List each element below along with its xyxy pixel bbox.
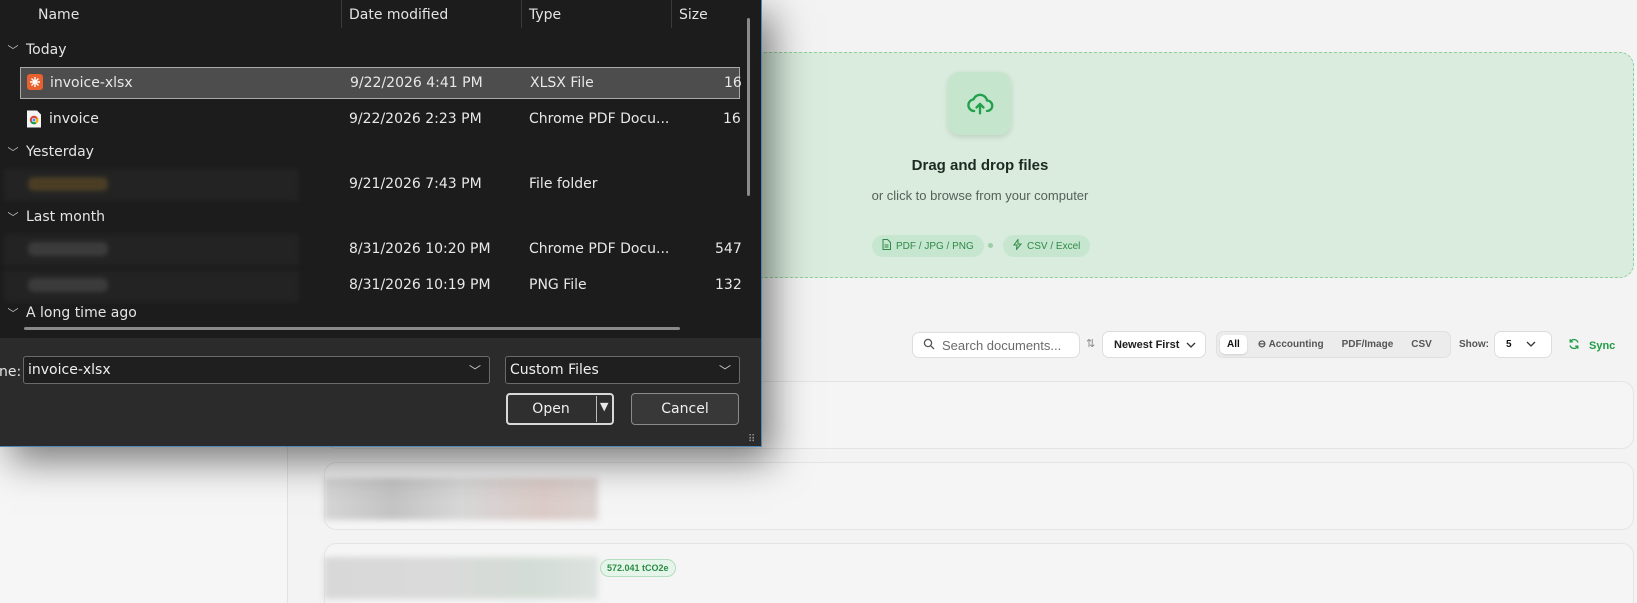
group-label: Yesterday <box>26 144 94 160</box>
file-date: 8/31/2026 10:19 PM <box>349 277 491 293</box>
chevron-down-icon[interactable]: ﹀ <box>469 362 481 379</box>
column-separator[interactable] <box>671 0 672 28</box>
file-type: File folder <box>529 176 598 192</box>
chevron-down-icon: ﹀ <box>718 364 731 378</box>
co2-badge: 572.041 tCO2e <box>600 559 676 577</box>
filter-all[interactable]: All <box>1220 335 1247 354</box>
open-button[interactable]: Open <box>506 393 614 425</box>
column-header-name[interactable]: Name <box>38 0 79 30</box>
document-thumbnail-redacted <box>324 478 598 520</box>
sync-button[interactable]: Sync <box>1568 338 1615 353</box>
group-label: A long time ago <box>26 305 137 321</box>
file-size: 16 <box>724 75 742 91</box>
file-date: 8/31/2026 10:20 PM <box>349 241 491 257</box>
file-name: invoice <box>49 111 99 127</box>
cancel-button[interactable]: Cancel <box>631 393 739 425</box>
column-separator[interactable] <box>521 0 522 28</box>
page-size-select[interactable]: 5 <box>1494 331 1552 358</box>
chip-csv-excel: CSV / Excel <box>1003 235 1091 257</box>
resize-grip-icon[interactable]: ⠿ <box>748 434 755 445</box>
spreadsheet-icon <box>26 73 44 91</box>
group-header-last-month[interactable]: ﹀ Last month <box>0 204 106 230</box>
file-type-select[interactable]: Custom Files ﹀ <box>505 356 740 384</box>
sync-label: Sync <box>1589 339 1616 352</box>
file-date: 9/21/2026 7:43 PM <box>349 176 482 192</box>
chevron-down-icon <box>1186 339 1196 351</box>
filter-pdf-image[interactable]: PDF/Image <box>1335 335 1401 354</box>
file-type-value: Custom Files <box>510 362 599 378</box>
chevron-down-icon: ﹀ <box>7 211 19 224</box>
column-header-type[interactable]: Type <box>529 0 561 30</box>
lightning-icon <box>1013 237 1023 253</box>
redacted-file-name <box>4 234 299 266</box>
group-header-today[interactable]: ﹀ Today <box>0 37 67 63</box>
document-thumbnail-redacted <box>324 557 598 599</box>
show-label: Show: <box>1459 339 1489 350</box>
chip-label: PDF / JPG / PNG <box>896 240 974 252</box>
file-name-field[interactable]: invoice-xlsx ﹀ <box>23 356 490 384</box>
search-placeholder: Search documents... <box>942 337 1062 353</box>
chip-separator <box>988 243 993 248</box>
search-icon <box>923 338 935 353</box>
chip-label: CSV / Excel <box>1027 240 1081 252</box>
file-type: Chrome PDF Docu... <box>529 241 670 257</box>
chip-pdf-image: PDF / JPG / PNG <box>872 235 984 257</box>
open-split-divider <box>596 396 597 422</box>
file-type: XLSX File <box>530 75 594 91</box>
sort-select[interactable]: Newest First <box>1102 331 1206 358</box>
file-name: invoice-xlsx <box>50 75 133 91</box>
filter-tabs: All ⊖ Accounting PDF/Image CSV <box>1216 331 1451 358</box>
file-row[interactable]: 8/31/2026 10:19 PM PNG File 132 <box>4 270 742 302</box>
column-header-date[interactable]: Date modified <box>349 0 448 30</box>
vertical-scrollbar[interactable] <box>747 18 750 196</box>
file-row[interactable]: 8/31/2026 10:20 PM Chrome PDF Docu... 54… <box>4 234 742 266</box>
horizontal-scrollbar[interactable] <box>24 327 680 330</box>
upload-title: Drag and drop files <box>911 157 1049 174</box>
group-label: Today <box>26 42 67 58</box>
file-date: 9/22/2026 4:41 PM <box>350 75 483 91</box>
file-date: 9/22/2026 2:23 PM <box>349 111 482 127</box>
filter-csv[interactable]: CSV <box>1404 335 1439 354</box>
chrome-pdf-icon <box>26 110 42 128</box>
file-row[interactable]: invoice-xlsx 9/22/2026 4:41 PM XLSX File… <box>20 67 742 99</box>
file-size: 132 <box>715 277 742 293</box>
filter-accounting[interactable]: ⊖ Accounting <box>1251 335 1331 354</box>
file-size: 547 <box>715 241 742 257</box>
filter-accounting-label: Accounting <box>1268 339 1324 350</box>
column-header-size[interactable]: Size <box>679 0 708 30</box>
caret-down-icon[interactable]: ▼ <box>600 400 608 413</box>
chevron-down-icon <box>1526 339 1536 350</box>
file-size: 16 <box>723 111 741 127</box>
chevron-down-icon: ﹀ <box>7 44 19 57</box>
file-type: PNG File <box>529 277 587 293</box>
upload-subtitle: or click to browse from your computer <box>871 188 1089 203</box>
redacted-file-name <box>4 270 299 302</box>
file-row[interactable]: invoice 9/22/2026 2:23 PM Chrome PDF Doc… <box>20 104 741 136</box>
column-separator[interactable] <box>341 0 342 28</box>
chevron-down-icon: ﹀ <box>7 146 19 159</box>
group-header-long-ago[interactable]: ﹀ A long time ago <box>0 305 137 327</box>
file-row[interactable]: 9/21/2026 7:43 PM File folder <box>4 169 740 201</box>
file-open-dialog: Name ⌃ Date modified Type Size ﹀ Today i… <box>0 0 762 447</box>
file-type: Chrome PDF Docu... <box>529 111 670 127</box>
group-header-yesterday[interactable]: ﹀ Yesterday <box>0 139 94 165</box>
link-icon: ⊖ <box>1257 339 1269 350</box>
sort-icon: ⇅ <box>1086 338 1096 350</box>
file-name-label: ne: <box>0 364 22 380</box>
open-label: Open <box>532 401 570 417</box>
upload-cloud-icon[interactable] <box>948 72 1011 135</box>
redacted-folder-name <box>4 169 299 201</box>
chevron-down-icon: ﹀ <box>7 307 19 320</box>
refresh-icon <box>1568 338 1580 353</box>
sort-value: Newest First <box>1114 338 1180 351</box>
document-icon <box>882 239 891 253</box>
group-label: Last month <box>26 209 106 225</box>
search-input[interactable]: Search documents... <box>912 332 1080 358</box>
sort-caret-icon: ⌃ <box>182 0 193 7</box>
file-name-value: invoice-xlsx <box>28 362 111 378</box>
page-size-value: 5 <box>1506 339 1512 350</box>
